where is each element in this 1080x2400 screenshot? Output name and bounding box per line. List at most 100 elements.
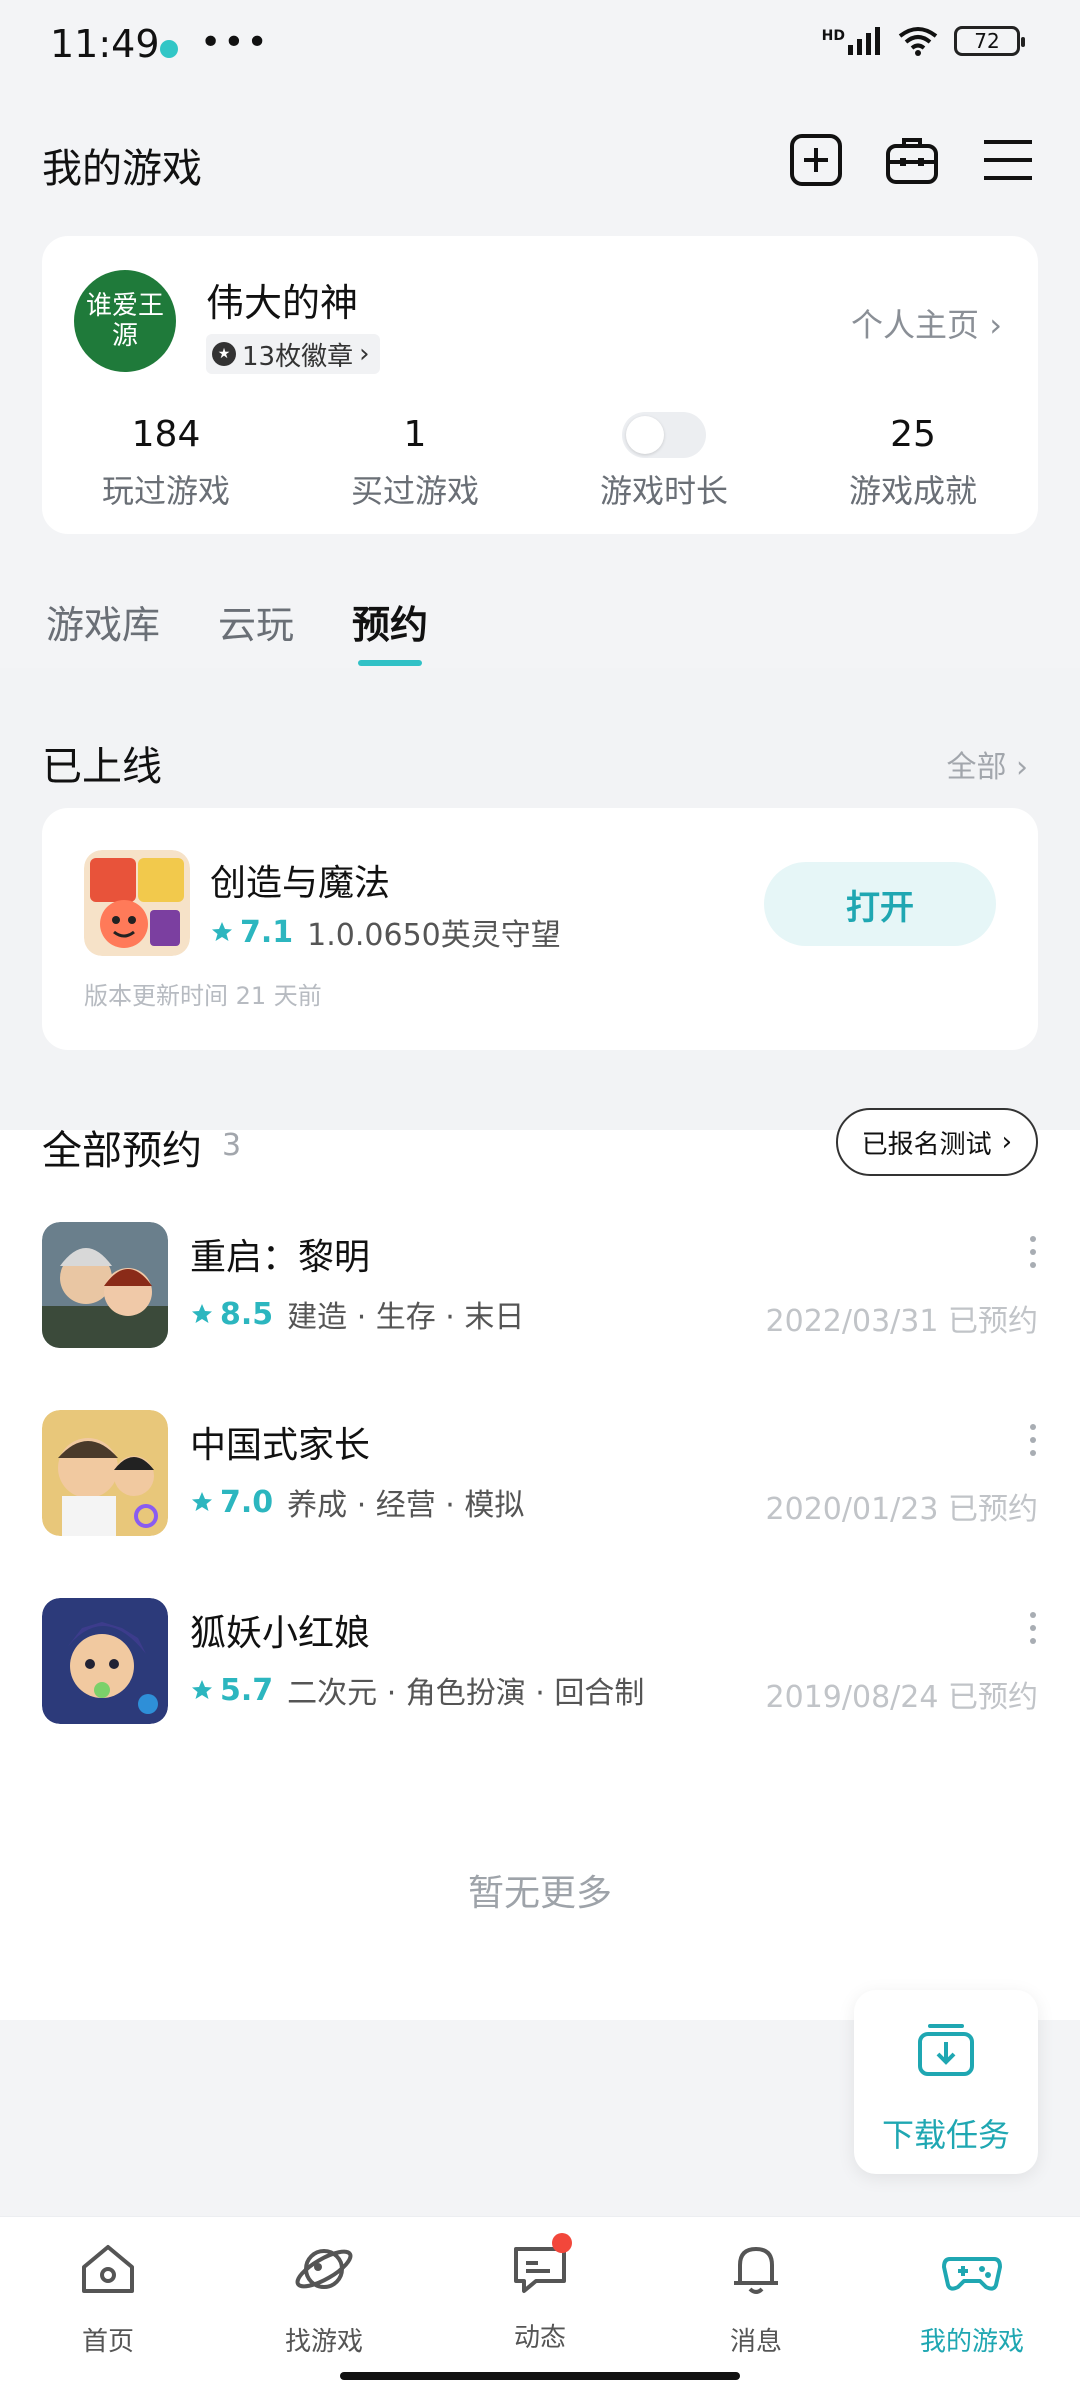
stat-value: 1 — [403, 414, 427, 455]
rating: 5.7 — [190, 1673, 273, 1708]
home-indicator[interactable] — [340, 2372, 740, 2380]
star-icon — [192, 1304, 212, 1323]
see-all-label: 全部 — [946, 750, 1007, 785]
menu-icon[interactable] — [980, 132, 1036, 188]
download-tasks-label: 下载任务 — [881, 2116, 1010, 2154]
username: 伟大的神 — [206, 281, 359, 325]
more-options-icon[interactable] — [1030, 1612, 1038, 1651]
bell-icon — [734, 2247, 778, 2294]
homepage-link[interactable]: 个人主页 › — [851, 300, 1002, 346]
rating-value: 5.7 — [220, 1672, 274, 1708]
game-icon-magic — [84, 850, 190, 956]
battery-icon: 72 — [954, 26, 1025, 56]
stat-label: 玩过游戏 — [101, 472, 230, 510]
planet-icon — [295, 2249, 353, 2289]
tab-library[interactable]: 游戏库 — [46, 594, 160, 649]
nav-label: 找游戏 — [284, 2327, 363, 2357]
download-tasks-button[interactable]: 下载任务 — [854, 1990, 1038, 2174]
game-tags: 养成 · 经营 · 模拟 — [287, 1488, 525, 1523]
rating-value: 7.1 — [240, 914, 294, 950]
online-section-title: 已上线 — [42, 744, 162, 790]
game-name: 狐妖小红娘 — [190, 1613, 371, 1654]
stat-achievements[interactable]: 25 游戏成就 — [789, 412, 1037, 512]
stat-label: 游戏时长 — [599, 472, 728, 510]
playtime-toggle[interactable] — [622, 412, 706, 458]
homepage-label: 个人主页 — [851, 306, 980, 344]
game-meta: 7.0 养成 · 经营 · 模拟 — [190, 1480, 524, 1524]
list-item[interactable]: 重启：黎明 8.5 建造 · 生存 · 末日 2022/03/31 已预约 — [42, 1222, 1038, 1348]
game-meta: 8.5 建造 · 生存 · 末日 — [190, 1292, 524, 1336]
game-icon-parents — [42, 1410, 168, 1536]
game-name: 中国式家长 — [190, 1425, 371, 1466]
nav-label: 首页 — [81, 2327, 134, 2357]
stat-label: 买过游戏 — [350, 472, 479, 510]
game-meta: 7.1 1.0.0650英灵守望 — [210, 910, 561, 954]
cellular-signal-icon: HD — [822, 27, 882, 55]
game-icon-dawn — [42, 1222, 168, 1348]
game-meta: 5.7 二次元 · 角色扮演 · 回合制 — [190, 1668, 644, 1712]
notification-dot — [552, 2233, 572, 2253]
online-game-card[interactable]: 创造与魔法 7.1 1.0.0650英灵守望 版本更新时间 21 天前 打开 — [42, 808, 1038, 1050]
nav-home[interactable]: 首页 — [0, 2237, 216, 2358]
status-time: 11:49 — [50, 22, 160, 66]
reservations-title: 全部预约 — [42, 1128, 202, 1174]
reservations-count: 3 — [222, 1128, 242, 1163]
rating: 7.0 — [190, 1485, 273, 1520]
chevron-right-icon: › — [359, 339, 370, 369]
game-version: 1.0.0650英灵守望 — [307, 918, 561, 953]
nav-my-games[interactable]: 我的游戏 — [864, 2237, 1080, 2358]
page-title: 我的游戏 — [42, 146, 202, 192]
nav-feed[interactable]: 动态 — [432, 2233, 648, 2354]
nav-label: 我的游戏 — [919, 2327, 1024, 2357]
badges-link[interactable]: ★ 13枚徽章 › — [206, 334, 380, 374]
rating: 7.1 — [210, 915, 293, 950]
open-button[interactable]: 打开 — [764, 862, 996, 946]
star-icon — [192, 1680, 212, 1699]
game-tags: 建造 · 生存 · 末日 — [287, 1300, 525, 1335]
stat-value: 184 — [131, 414, 201, 455]
toolbox-icon[interactable] — [884, 132, 940, 188]
reservation-date: 2022/03/31 已预约 — [765, 1304, 1038, 1339]
rating-value: 8.5 — [220, 1296, 274, 1332]
toggle-knob — [626, 416, 664, 454]
star-icon — [192, 1492, 212, 1511]
star-icon — [212, 922, 232, 941]
badges-label: 13枚徽章 — [242, 341, 354, 372]
list-item[interactable]: 狐妖小红娘 5.7 二次元 · 角色扮演 · 回合制 2019/08/24 已预… — [42, 1598, 1038, 1724]
nav-label: 动态 — [513, 2323, 566, 2353]
add-icon[interactable] — [788, 132, 844, 188]
more-options-icon[interactable] — [1030, 1424, 1038, 1463]
rating: 8.5 — [190, 1297, 273, 1332]
chevron-right-icon: › — [989, 306, 1002, 344]
list-item[interactable]: 中国式家长 7.0 养成 · 经营 · 模拟 2020/01/23 已预约 — [42, 1410, 1038, 1536]
game-name: 重启：黎明 — [190, 1237, 371, 1278]
stat-playtime[interactable]: 游戏时长 — [540, 412, 788, 512]
tab-cloud-play[interactable]: 云玩 — [218, 594, 294, 649]
home-icon — [82, 2245, 134, 2293]
profile-card: 谁爱王源 伟大的神 ★ 13枚徽章 › 个人主页 › 184 玩过游戏 1 买过… — [42, 236, 1038, 534]
game-name: 创造与魔法 — [210, 863, 391, 904]
nav-messages[interactable]: 消息 — [648, 2237, 864, 2358]
more-options-icon[interactable] — [1030, 1236, 1038, 1275]
nav-discover[interactable]: 找游戏 — [216, 2237, 432, 2358]
nav-label: 消息 — [729, 2327, 782, 2357]
stat-played[interactable]: 184 玩过游戏 — [42, 412, 290, 512]
reservation-date: 2020/01/23 已预约 — [765, 1492, 1038, 1527]
chevron-right-icon: › — [1016, 750, 1028, 785]
wifi-icon — [898, 27, 938, 56]
stat-value: 25 — [890, 414, 936, 455]
stat-bought[interactable]: 1 买过游戏 — [291, 412, 539, 512]
game-tags: 二次元 · 角色扮演 · 回合制 — [287, 1676, 645, 1711]
download-icon — [918, 2024, 974, 2076]
tab-reservations[interactable]: 预约 — [352, 594, 428, 649]
status-indicators: HD 72 — [822, 26, 1025, 56]
notification-app-icon — [160, 40, 178, 58]
game-icon-fox — [42, 1598, 168, 1724]
see-all-link[interactable]: 全部 › — [946, 742, 1028, 786]
avatar[interactable]: 谁爱王源 — [74, 270, 176, 372]
hd-label: HD — [821, 28, 845, 44]
chevron-right-icon: › — [1001, 1127, 1012, 1157]
rating-value: 7.0 — [220, 1484, 274, 1520]
signed-test-button[interactable]: 已报名测试 › — [835, 1108, 1038, 1176]
medal-icon: ★ — [212, 342, 236, 366]
